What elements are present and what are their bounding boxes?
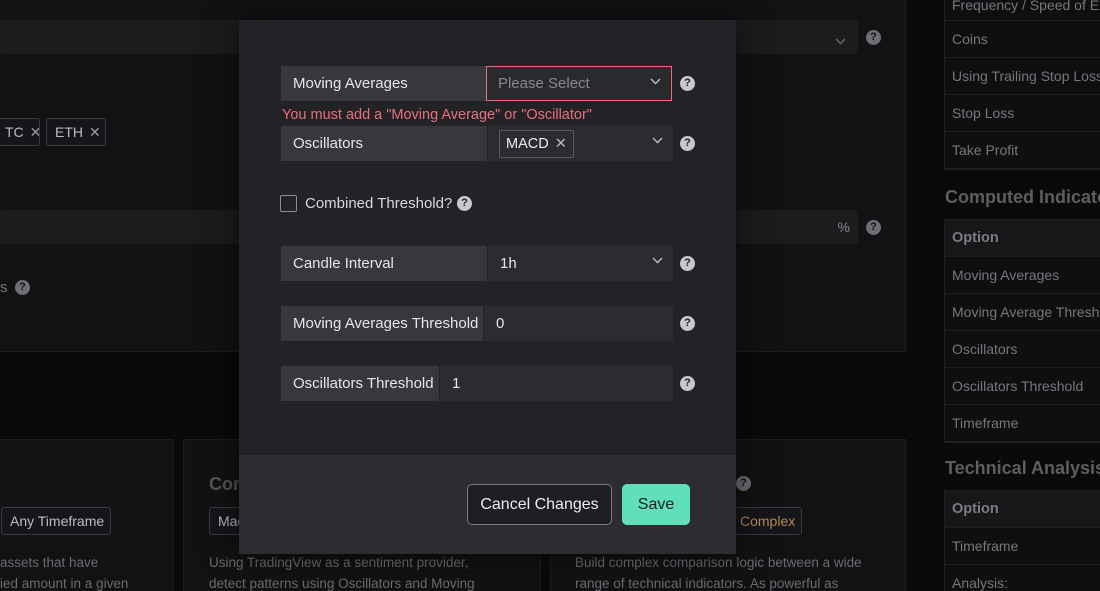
table-row: Oscillators — [945, 331, 1100, 368]
table-row: Oscillators Threshold — [945, 368, 1100, 405]
moving-averages-threshold-input[interactable]: 0 — [483, 306, 673, 341]
coin-tag-btc[interactable]: TC ✕ — [0, 118, 40, 146]
combined-threshold-checkbox[interactable] — [280, 195, 297, 212]
strategy-desc: ied amount in a given — [0, 576, 129, 591]
save-button[interactable]: Save — [622, 484, 690, 525]
technical-analysis-table: Option Timeframe Analysis: — [944, 490, 1100, 591]
combined-threshold-label[interactable]: Combined Threshold? — [305, 195, 452, 212]
moving-averages-label: Moving Averages — [281, 66, 486, 101]
table-row: Moving Average Thresho — [945, 294, 1100, 331]
moving-averages-threshold-label: Moving Averages Threshold — [281, 306, 483, 341]
oscillators-label: Oscillators — [281, 126, 487, 161]
percent-unit: % — [837, 219, 850, 235]
oscillators-threshold-value: 1 — [452, 375, 461, 392]
candle-interval-row: Candle Interval 1h — [281, 246, 673, 281]
table-row: Timeframe — [945, 405, 1100, 442]
strategy-desc: range of technical indicators. As powerf… — [575, 576, 839, 591]
table-row: Moving Averages — [945, 257, 1100, 294]
help-icon[interactable]: ? — [736, 476, 751, 491]
coin-tag-label: TC — [5, 124, 24, 140]
summary-row: Stop Loss — [945, 95, 1100, 132]
table-header: Option — [945, 220, 1100, 257]
validation-error: You must add a "Moving Average" or "Osci… — [282, 107, 592, 123]
strategy-desc: detect patterns using Oscillators and Mo… — [209, 576, 475, 591]
strategy-tag: Any Timeframe — [1, 507, 111, 535]
chevron-down-icon — [835, 32, 846, 50]
chevron-down-icon — [652, 137, 663, 147]
help-icon[interactable]: ? — [680, 256, 695, 271]
coin-tag-label: ETH — [55, 124, 83, 140]
oscillators-threshold-row: Oscillators Threshold 1 — [281, 366, 673, 401]
help-icon[interactable]: ? — [680, 376, 695, 391]
oscillators-threshold-label: Oscillators Threshold — [281, 366, 439, 401]
summary-row: Using Trailing Stop Loss — [945, 58, 1100, 95]
help-icon[interactable]: ? — [15, 280, 30, 295]
coin-tag-eth[interactable]: ETH ✕ — [46, 118, 106, 146]
summary-row: Frequency / Speed of Ex — [945, 0, 1100, 21]
moving-averages-select[interactable]: Please Select — [486, 66, 672, 101]
moving-averages-row: Moving Averages Please Select — [281, 66, 672, 101]
close-icon[interactable]: ✕ — [555, 136, 567, 152]
strategy-desc: Build complex comparison logic between a… — [575, 555, 862, 570]
candle-interval-value: 1h — [500, 255, 517, 272]
help-icon[interactable]: ? — [680, 316, 695, 331]
help-icon[interactable]: ? — [866, 220, 881, 235]
candle-interval-label: Candle Interval — [281, 246, 487, 281]
help-icon[interactable]: ? — [680, 76, 695, 91]
table-row: Timeframe — [945, 528, 1100, 565]
truncated-label: s — [0, 279, 8, 296]
candle-interval-select[interactable]: 1h — [487, 246, 673, 281]
technical-analysis-title: Technical Analysis — [945, 458, 1100, 478]
computed-indicators-title: Computed Indicato — [945, 187, 1100, 207]
oscillators-select[interactable]: MACD ✕ — [487, 126, 673, 161]
cancel-changes-button[interactable]: Cancel Changes — [467, 484, 612, 525]
oscillators-threshold-input[interactable]: 1 — [439, 366, 673, 401]
summary-row: Coins — [945, 21, 1100, 58]
table-header: Option — [945, 491, 1100, 528]
table-row: Analysis: — [945, 565, 1100, 591]
chevron-down-icon — [652, 257, 663, 267]
indicator-settings-modal: Moving Averages Please Select ? You must… — [239, 20, 736, 554]
moving-averages-threshold-value: 0 — [496, 315, 505, 332]
summary-table: Frequency / Speed of Ex Coins Using Trai… — [944, 0, 1100, 170]
help-icon[interactable]: ? — [866, 30, 881, 45]
strategy-desc: assets that have — [0, 555, 99, 570]
help-icon[interactable]: ? — [457, 196, 472, 211]
strategy-desc: Using TradingView as a sentiment provide… — [209, 555, 469, 570]
chevron-down-icon — [650, 78, 661, 88]
selected-tag-macd: MACD ✕ — [499, 130, 574, 158]
selected-tag-label: MACD — [506, 136, 549, 152]
close-icon[interactable]: ✕ — [89, 124, 101, 140]
summary-row: Take Profit — [945, 132, 1100, 169]
moving-averages-placeholder: Please Select — [498, 75, 590, 92]
computed-indicators-table: Option Moving Averages Moving Average Th… — [944, 219, 1100, 443]
oscillators-row: Oscillators MACD ✕ — [281, 126, 673, 161]
close-icon[interactable]: ✕ — [30, 124, 39, 140]
help-icon[interactable]: ? — [680, 136, 695, 151]
moving-averages-threshold-row: Moving Averages Threshold 0 — [281, 306, 673, 341]
strategy-tag: Complex — [729, 507, 802, 535]
